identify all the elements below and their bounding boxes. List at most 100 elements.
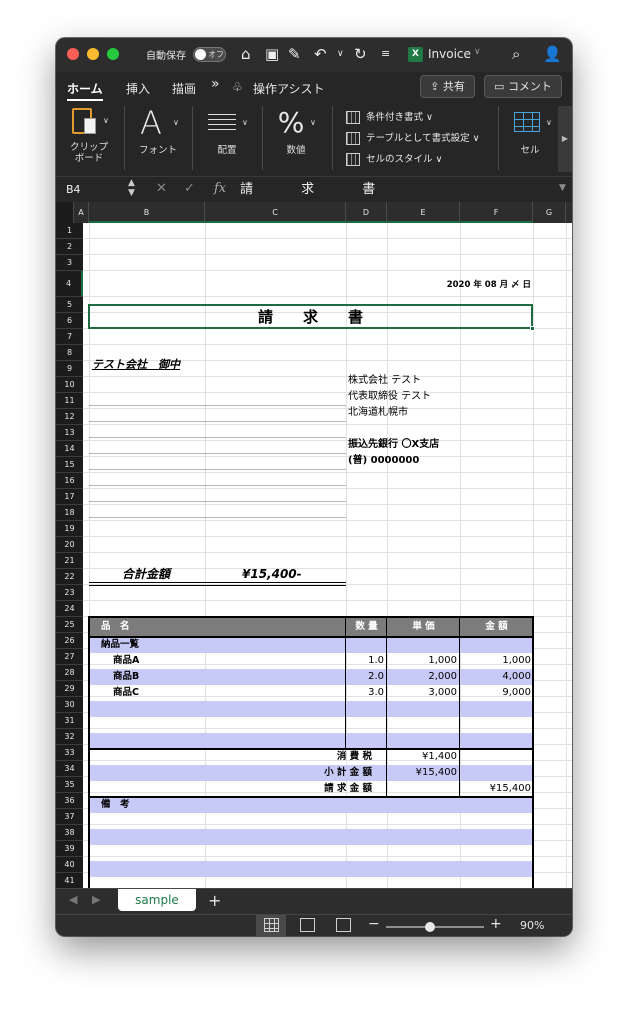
item-quantity: 3.0: [368, 687, 384, 698]
row-header[interactable]: 12: [56, 409, 83, 425]
row-header[interactable]: 11: [56, 393, 83, 409]
format-as-table-button[interactable]: テーブルとして書式設定 ∨: [346, 130, 480, 145]
page-break-view-icon[interactable]: [336, 918, 351, 932]
customize-icon[interactable]: ≡: [381, 44, 390, 64]
row-header[interactable]: 32: [56, 729, 83, 745]
redo-icon[interactable]: ↻: [354, 44, 367, 64]
row-header[interactable]: 15: [56, 457, 83, 473]
zoom-level[interactable]: 90%: [520, 919, 544, 932]
row-header[interactable]: 34: [56, 761, 83, 777]
autosave-toggle[interactable]: オフ: [193, 47, 226, 62]
search-icon[interactable]: ⌕: [512, 44, 520, 64]
edit-icon[interactable]: ✎: [288, 44, 301, 64]
tab-home[interactable]: ホーム: [67, 80, 103, 101]
prev-sheet-icon[interactable]: ◀: [69, 893, 77, 906]
column-header-e[interactable]: E: [387, 202, 460, 223]
zoom-in-icon[interactable]: +: [490, 916, 502, 932]
row-header[interactable]: 21: [56, 553, 83, 569]
row-header[interactable]: 5: [56, 297, 83, 313]
row-header[interactable]: 22: [56, 569, 83, 585]
row-header[interactable]: 20: [56, 537, 83, 553]
row-header[interactable]: 40: [56, 857, 83, 873]
row-header[interactable]: 25: [56, 617, 83, 633]
home-icon[interactable]: ⌂: [241, 44, 251, 64]
row-header[interactable]: 19: [56, 521, 83, 537]
ribbon-scroll-right-icon[interactable]: ▶: [558, 106, 572, 172]
row-header[interactable]: 41: [56, 873, 83, 888]
column-header-f[interactable]: F: [460, 202, 533, 223]
clipboard-button[interactable]: ∨ クリップ ボード: [64, 104, 118, 170]
undo-icon[interactable]: ↶: [314, 44, 327, 64]
row-header[interactable]: 10: [56, 377, 83, 393]
zoom-slider[interactable]: [386, 922, 484, 932]
font-button[interactable]: A ∨ フォント: [130, 104, 186, 170]
row-header[interactable]: 13: [56, 425, 83, 441]
next-sheet-icon[interactable]: ▶: [92, 893, 100, 906]
row-header[interactable]: 35: [56, 777, 83, 793]
tab-tell-me[interactable]: 操作アシスト: [253, 80, 325, 97]
cancel-icon[interactable]: ✕: [156, 181, 167, 196]
conditional-format-button[interactable]: 条件付き書式 ∨: [346, 109, 433, 124]
namebox-stepper-icon[interactable]: ▲ ▼: [128, 178, 135, 198]
row-header[interactable]: 30: [56, 697, 83, 713]
row-header[interactable]: 28: [56, 665, 83, 681]
row-header[interactable]: 23: [56, 585, 83, 601]
row-header[interactable]: 29: [56, 681, 83, 697]
worksheet-grid[interactable]: A B C D E F G 1 2 3 4 5 6 7 8 9 10 11 12 13 14 15 16 17 1…: [56, 202, 572, 888]
close-window-button[interactable]: [67, 48, 79, 60]
row-header[interactable]: 31: [56, 713, 83, 729]
row-header[interactable]: 38: [56, 825, 83, 841]
column-header-a[interactable]: A: [74, 202, 89, 223]
row-header[interactable]: 9: [56, 361, 83, 377]
row-header[interactable]: 7: [56, 329, 83, 345]
save-icon[interactable]: ▣: [265, 44, 279, 64]
row-header[interactable]: 33: [56, 745, 83, 761]
column-header-b[interactable]: B: [89, 202, 205, 223]
expand-formula-icon[interactable]: ▼: [559, 183, 566, 193]
undo-dropdown-icon[interactable]: ∨: [337, 44, 344, 64]
row-header[interactable]: 26: [56, 633, 83, 649]
alignment-button[interactable]: ∨ 配置: [198, 104, 256, 170]
number-button[interactable]: % ∨ 数値: [268, 104, 324, 170]
tab-draw[interactable]: 描画: [172, 80, 196, 97]
enter-icon[interactable]: ✓: [184, 181, 195, 196]
column-header-d[interactable]: D: [346, 202, 387, 223]
page-layout-view-icon[interactable]: [300, 918, 315, 932]
row-header[interactable]: 36: [56, 793, 83, 809]
selection-handle[interactable]: [530, 326, 535, 331]
cell-styles-button[interactable]: セルのスタイル ∨: [346, 151, 443, 166]
zoom-window-button[interactable]: [107, 48, 119, 60]
fx-icon[interactable]: fx: [214, 181, 226, 196]
row-header[interactable]: 3: [56, 255, 83, 271]
share-button[interactable]: ⇪ 共有: [420, 75, 475, 98]
select-all-corner[interactable]: [56, 202, 74, 223]
add-sheet-icon[interactable]: +: [208, 891, 221, 910]
column-header-g[interactable]: G: [533, 202, 566, 223]
row-header[interactable]: 39: [56, 841, 83, 857]
zoom-out-icon[interactable]: −: [368, 916, 380, 932]
more-tabs-icon[interactable]: »: [211, 76, 220, 92]
row-header[interactable]: 14: [56, 441, 83, 457]
minimize-window-button[interactable]: [87, 48, 99, 60]
zoom-slider-knob[interactable]: [425, 922, 436, 932]
tab-insert[interactable]: 挿入: [126, 80, 150, 97]
sheet-tab-sample[interactable]: sample: [118, 889, 196, 911]
row-header[interactable]: 16: [56, 473, 83, 489]
row-header[interactable]: 37: [56, 809, 83, 825]
title-chevron-down-icon[interactable]: ∨: [474, 47, 481, 57]
row-header[interactable]: 2: [56, 239, 83, 255]
row-header[interactable]: 17: [56, 489, 83, 505]
share-person-icon[interactable]: 👤: [543, 44, 562, 64]
row-header[interactable]: 6: [56, 313, 83, 329]
comment-button[interactable]: ▭ コメント: [484, 75, 562, 98]
column-header-c[interactable]: C: [205, 202, 346, 223]
document-title[interactable]: Invoice: [428, 47, 471, 61]
row-header[interactable]: 1: [56, 223, 83, 239]
row-header[interactable]: 27: [56, 649, 83, 665]
row-header[interactable]: 24: [56, 601, 83, 617]
row-header[interactable]: 4: [56, 271, 83, 297]
row-header[interactable]: 8: [56, 345, 83, 361]
cells-button[interactable]: ∨ セル: [504, 104, 556, 170]
row-header[interactable]: 18: [56, 505, 83, 521]
formula-input[interactable]: 請 求 書: [240, 180, 556, 199]
